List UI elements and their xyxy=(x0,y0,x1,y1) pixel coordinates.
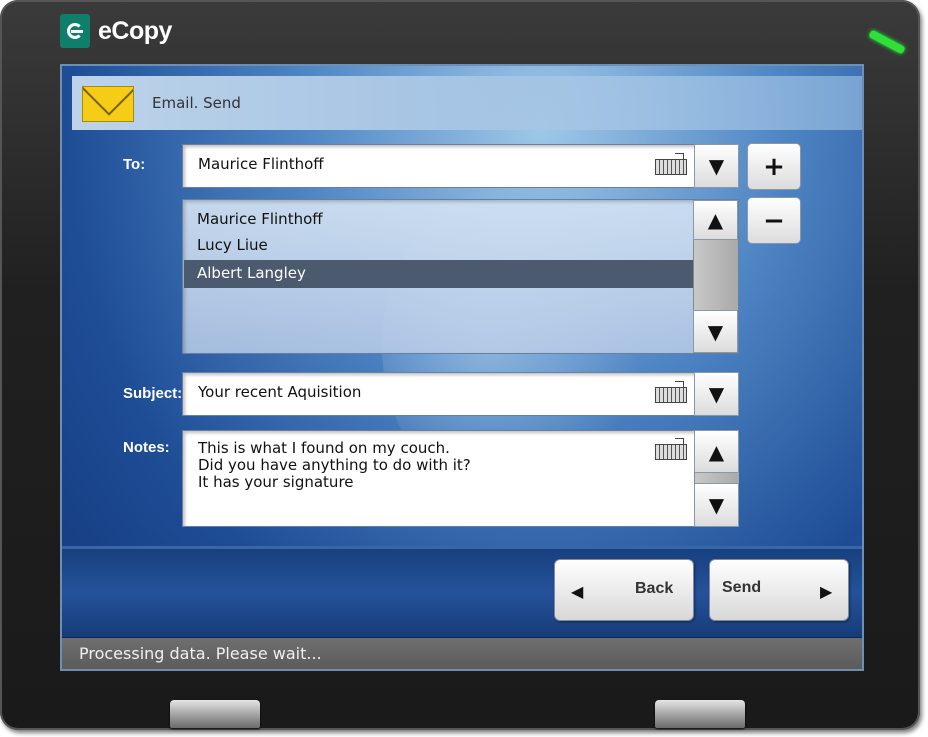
send-button[interactable]: Send ▶ xyxy=(709,559,849,621)
triangle-right-icon: ▶ xyxy=(820,582,833,601)
list-scroll-up-button[interactable]: ▲ xyxy=(693,200,738,240)
back-button-label: Back xyxy=(635,580,674,597)
send-button-label: Send xyxy=(722,579,762,596)
list-scrollbar[interactable] xyxy=(693,240,738,310)
to-label: To: xyxy=(123,156,146,173)
notes-value: This is what I found on my couch. Did yo… xyxy=(198,439,471,491)
triangle-up-icon: ▲ xyxy=(708,439,725,464)
add-recipient-button[interactable]: + xyxy=(747,143,801,190)
list-item[interactable]: Maurice Flinthoff xyxy=(197,210,323,228)
triangle-down-icon: ▼ xyxy=(708,154,725,178)
brand-name: eCopy xyxy=(98,16,172,45)
triangle-down-icon: ▼ xyxy=(707,319,724,344)
left-foot xyxy=(170,700,260,728)
notes-label: Notes: xyxy=(123,439,170,456)
list-item-selected[interactable]: Albert Langley xyxy=(184,260,693,288)
notes-scroll-up-button[interactable]: ▲ xyxy=(694,430,739,473)
page-title: Email. Send xyxy=(152,94,241,112)
triangle-up-icon: ▲ xyxy=(707,208,724,232)
status-led-indicator xyxy=(868,29,906,55)
triangle-left-icon: ◀ xyxy=(571,582,584,601)
status-message: Processing data. Please wait... xyxy=(79,644,322,663)
triangle-down-icon: ▼ xyxy=(708,382,725,406)
keyboard-icon[interactable] xyxy=(655,153,687,175)
subject-field[interactable]: Your recent Aquisition ▼ xyxy=(182,372,739,416)
to-value: Maurice Flinthoff xyxy=(198,155,324,173)
notes-scrollbar[interactable] xyxy=(694,473,739,483)
subject-label: Subject: xyxy=(123,385,183,402)
keyboard-icon[interactable] xyxy=(655,438,687,460)
recipient-list[interactable]: Maurice Flinthoff Lucy Liue Albert Langl… xyxy=(182,199,739,354)
subject-value: Your recent Aquisition xyxy=(198,383,362,401)
right-foot xyxy=(655,700,745,728)
device-frame: eCopy Email. Send To: Maurice Flinthoff … xyxy=(0,0,920,730)
to-field[interactable]: Maurice Flinthoff ▼ xyxy=(182,144,739,188)
action-bar: ◀ Back Send ▶ xyxy=(62,546,862,640)
notes-scroll-down-button[interactable]: ▼ xyxy=(694,483,739,527)
keyboard-icon[interactable] xyxy=(655,381,687,403)
ecopy-logo-icon xyxy=(60,14,90,48)
minus-icon: − xyxy=(763,205,785,236)
status-bar: Processing data. Please wait... xyxy=(62,638,862,669)
list-item-label: Albert Langley xyxy=(197,264,306,282)
list-item[interactable]: Lucy Liue xyxy=(197,236,268,254)
plus-icon: + xyxy=(763,151,785,182)
ecopy-logo: eCopy xyxy=(60,14,172,48)
list-scroll-down-button[interactable]: ▼ xyxy=(693,310,738,353)
envelope-icon xyxy=(82,86,134,122)
page-header: Email. Send xyxy=(72,76,862,130)
subject-dropdown-button[interactable]: ▼ xyxy=(694,372,739,416)
screen: Email. Send To: Maurice Flinthoff ▼ + − … xyxy=(60,64,864,671)
remove-recipient-button[interactable]: − xyxy=(747,197,801,244)
to-dropdown-button[interactable]: ▼ xyxy=(694,144,739,188)
notes-textarea[interactable]: This is what I found on my couch. Did yo… xyxy=(182,430,739,527)
triangle-down-icon: ▼ xyxy=(708,493,725,517)
back-button[interactable]: ◀ Back xyxy=(554,559,694,621)
